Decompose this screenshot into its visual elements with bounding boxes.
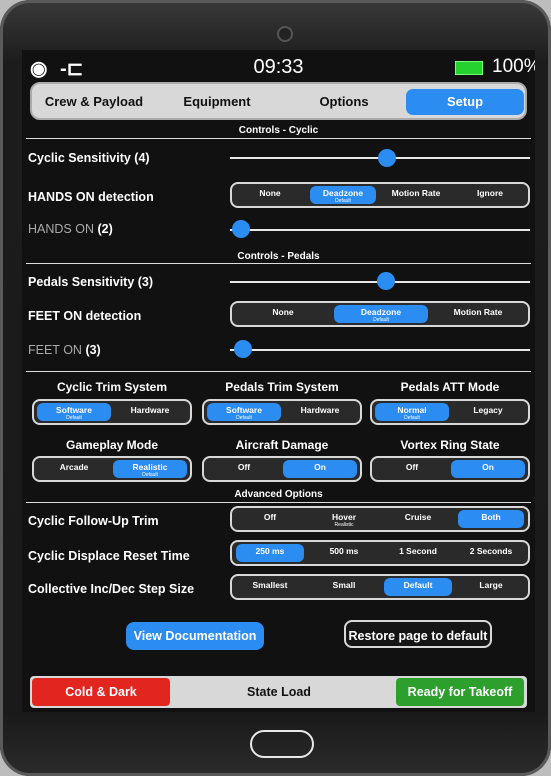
collective-large[interactable]: Large (458, 578, 524, 596)
tab-options[interactable]: Options (294, 89, 394, 115)
vortex-ring-selector: Off On (370, 456, 530, 482)
pedals-trim-selector: Software Default Hardware (202, 399, 362, 425)
hands-detection-label: HANDS ON detection (28, 190, 154, 204)
restore-default-button[interactable]: Restore page to default (344, 620, 492, 648)
divider (26, 371, 531, 372)
vortex-off[interactable]: Off (375, 460, 449, 478)
screen: ◉ -⊏ 09:33 100% Crew & Payload Equipment… (22, 50, 535, 712)
state-load-button[interactable]: State Load (210, 678, 348, 706)
pedals-trim-software[interactable]: Software Default (207, 403, 281, 421)
pedals-trim-title: Pedals Trim System (225, 380, 339, 394)
displace-1s[interactable]: 1 Second (384, 544, 452, 562)
tab-equipment[interactable]: Equipment (167, 89, 267, 115)
hands-option-motion-rate[interactable]: Motion Rate (382, 186, 450, 204)
tab-bar: Crew & Payload Equipment Options Setup (30, 82, 527, 120)
followup-hover[interactable]: Hover Realistic (310, 510, 378, 528)
feet-on-label: FEET ON (3) (28, 343, 101, 357)
pedals-att-legacy[interactable]: Legacy (451, 403, 525, 421)
section-advanced-title: Advanced Options (234, 489, 323, 500)
displace-250ms[interactable]: 250 ms (236, 544, 304, 562)
tab-crew-payload[interactable]: Crew & Payload (38, 89, 150, 115)
section-pedals-title: Controls - Pedals (237, 251, 320, 262)
collective-small[interactable]: Small (310, 578, 378, 596)
collective-smallest[interactable]: Smallest (236, 578, 304, 596)
pedals-att-normal[interactable]: Normal Default (375, 403, 449, 421)
gameplay-mode-selector: Arcade Realistic Default (32, 456, 192, 482)
bottom-action-bar: Cold & Dark State Load Ready for Takeoff (30, 676, 527, 708)
followup-trim-selector: Off Hover Realistic Cruise Both (230, 506, 530, 532)
tab-setup[interactable]: Setup (406, 89, 524, 115)
displace-2s[interactable]: 2 Seconds (458, 544, 524, 562)
cyclic-trim-hardware[interactable]: Hardware (113, 403, 187, 421)
feet-option-motion-rate[interactable]: Motion Rate (432, 305, 524, 323)
aircraft-damage-title: Aircraft Damage (235, 438, 329, 452)
ready-takeoff-button[interactable]: Ready for Takeoff (396, 678, 524, 706)
collective-default[interactable]: Default (384, 578, 452, 596)
hands-on-label: HANDS ON (2) (28, 222, 113, 236)
battery-icon (455, 61, 483, 75)
pedals-att-selector: Normal Default Legacy (370, 399, 530, 425)
gameplay-realistic[interactable]: Realistic Default (113, 460, 187, 478)
feet-detection-label: FEET ON detection (28, 309, 142, 323)
pedals-sensitivity-label: Pedals Sensitivity (3) (28, 275, 154, 289)
cold-dark-button[interactable]: Cold & Dark (32, 678, 170, 706)
cyclic-trim-software[interactable]: Software Default (37, 403, 111, 421)
divider (26, 138, 531, 139)
cyclic-trim-title: Cyclic Trim System (56, 380, 168, 394)
followup-cruise[interactable]: Cruise (384, 510, 452, 528)
cyclic-sensitivity-label: Cyclic Sensitivity (4) (28, 151, 150, 165)
camera (277, 26, 293, 42)
feet-detection-selector: None Deadzone Default Motion Rate (230, 301, 530, 327)
displace-reset-label: Cyclic Displace Reset Time (28, 549, 190, 563)
status-bar: ◉ -⊏ 09:33 100% (22, 50, 535, 84)
gameplay-arcade[interactable]: Arcade (37, 460, 111, 478)
aircraft-damage-selector: Off On (202, 456, 362, 482)
tablet-frame: ◉ -⊏ 09:33 100% Crew & Payload Equipment… (0, 0, 551, 776)
feet-on-slider[interactable] (230, 349, 530, 351)
followup-both[interactable]: Both (458, 510, 524, 528)
hands-option-deadzone[interactable]: Deadzone Default (310, 186, 376, 204)
hands-on-slider[interactable] (230, 229, 530, 231)
collective-step-label: Collective Inc/Dec Step Size (28, 582, 195, 596)
vortex-ring-title: Vortex Ring State (400, 438, 500, 452)
cyclic-sensitivity-knob[interactable] (378, 149, 396, 167)
damage-off[interactable]: Off (207, 460, 281, 478)
hands-option-ignore[interactable]: Ignore (456, 186, 524, 204)
battery-percent: 100% (492, 56, 535, 77)
hands-on-knob[interactable] (232, 220, 250, 238)
feet-option-none[interactable]: None (236, 305, 330, 323)
pedals-sensitivity-knob[interactable] (377, 272, 395, 290)
followup-off[interactable]: Off (236, 510, 304, 528)
followup-trim-label: Cyclic Follow-Up Trim (28, 514, 159, 528)
cyclic-trim-selector: Software Default Hardware (32, 399, 192, 425)
displace-reset-selector: 250 ms 500 ms 1 Second 2 Seconds (230, 540, 530, 566)
vortex-on[interactable]: On (451, 460, 525, 478)
feet-on-knob[interactable] (234, 340, 252, 358)
pedals-att-title: Pedals ATT Mode (400, 380, 500, 394)
divider (26, 263, 531, 264)
feet-option-deadzone[interactable]: Deadzone Default (334, 305, 428, 323)
pedals-trim-hardware[interactable]: Hardware (283, 403, 357, 421)
hands-option-none[interactable]: None (236, 186, 304, 204)
divider (26, 502, 531, 503)
hands-detection-selector: None Deadzone Default Motion Rate Ignore (230, 182, 530, 208)
section-cyclic-title: Controls - Cyclic (238, 125, 319, 136)
damage-on[interactable]: On (283, 460, 357, 478)
displace-500ms[interactable]: 500 ms (310, 544, 378, 562)
home-button[interactable] (250, 730, 314, 758)
view-documentation-button[interactable]: View Documentation (126, 622, 264, 650)
collective-step-selector: Smallest Small Default Large (230, 574, 530, 600)
gameplay-mode-title: Gameplay Mode (65, 438, 159, 452)
